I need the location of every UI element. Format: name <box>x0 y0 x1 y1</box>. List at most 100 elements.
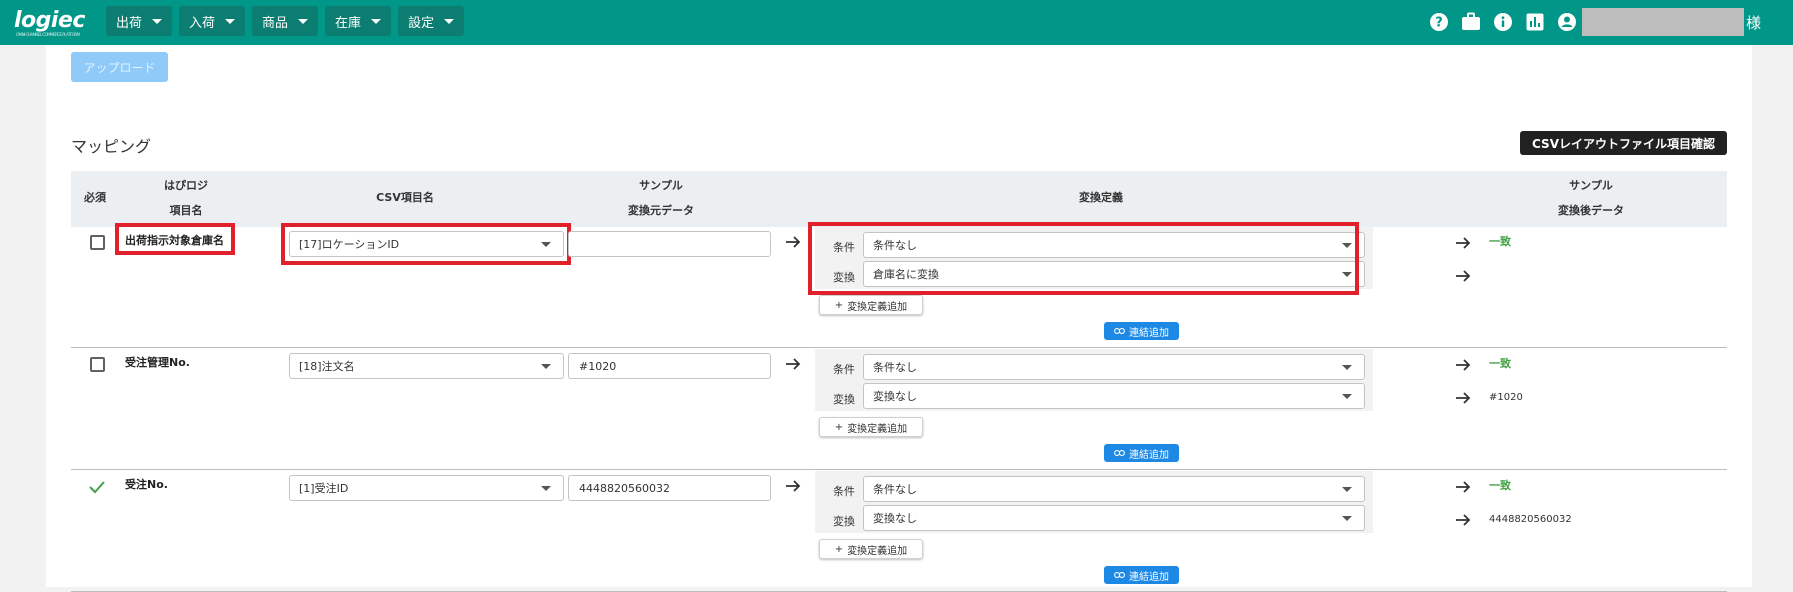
chevron-down-icon <box>371 18 382 24</box>
arrow-right-icon <box>1456 392 1471 404</box>
plus-icon: + <box>834 543 844 555</box>
highlight-box <box>808 222 1359 295</box>
arrow-right-icon <box>1456 481 1471 493</box>
header-csv-item: CSV項目名 <box>376 191 434 204</box>
condition-value: 条件なし <box>873 361 917 374</box>
nav-inventory-label: 在庫 <box>335 15 362 31</box>
convert-label: 変換 <box>833 393 855 406</box>
nav-products-label: 商品 <box>262 15 289 31</box>
nav-shipping-label: 出荷 <box>116 15 143 31</box>
convert-value: 変換なし <box>873 512 917 525</box>
username-redacted <box>1582 8 1744 36</box>
csv-field-value: [18]注文名 <box>299 360 355 373</box>
convert-select[interactable]: 変換なし <box>863 383 1365 409</box>
user-honorific: 様 <box>1746 13 1762 32</box>
header-sample-dst-2: 変換後データ <box>1558 204 1624 217</box>
sample-source-value: 4448820560032 <box>579 481 670 495</box>
csv-field-value: [1]受注ID <box>299 482 349 495</box>
header-icons: ? 様 <box>1428 8 1761 36</box>
condition-select[interactable]: 条件なし <box>863 476 1365 502</box>
conversion-definition: 条件 条件なし 変換 変換なし <box>815 471 1373 533</box>
nav-inventory[interactable]: 在庫 <box>325 6 392 36</box>
nav-settings[interactable]: 設定 <box>398 6 465 36</box>
csv-layout-check-button[interactable]: CSVレイアウトファイル項目確認 <box>1520 131 1727 155</box>
header-sample-src-1: サンプル <box>639 179 683 192</box>
checkmark-icon[interactable] <box>87 477 107 497</box>
help-icon[interactable]: ? <box>1428 11 1450 33</box>
add-connection-label: 連結追加 <box>1129 327 1169 339</box>
header-sample-src-2: 変換元データ <box>628 204 694 217</box>
header-required: 必須 <box>84 191 106 204</box>
csv-field-select[interactable]: [1]受注ID <box>289 475 564 501</box>
add-definition-button[interactable]: + 変換定義追加 <box>819 417 923 437</box>
arrow-right-icon <box>786 358 801 370</box>
csv-field-select[interactable]: [18]注文名 <box>289 353 564 379</box>
mapping-table-header: 必須 はぴロジ 項目名 CSV項目名 サンプル 変換元データ 変換定義 サンプル… <box>71 171 1727 227</box>
required-checkbox[interactable] <box>90 357 105 372</box>
required-checkbox[interactable] <box>90 235 105 250</box>
header-item-name-1: はぴロジ <box>164 179 208 192</box>
arrow-right-icon <box>1456 237 1471 249</box>
header-sample-dst-1: サンプル <box>1569 179 1613 192</box>
nav-shipping[interactable]: 出荷 <box>106 6 173 36</box>
table-row: 出荷指示対象倉庫名 [17]ロケーションID 条件 条件なし 変換 倉庫名に変換… <box>71 222 1727 348</box>
header-conversion: 変換定義 <box>1079 191 1123 204</box>
dropdown-arrow-icon <box>1342 365 1352 370</box>
dropdown-arrow-icon <box>541 486 551 491</box>
svg-text:?: ? <box>1435 16 1443 31</box>
dropdown-arrow-icon <box>1342 394 1352 399</box>
main-nav: 出荷 入荷 商品 在庫 設定 <box>106 6 465 36</box>
convert-label: 変換 <box>833 515 855 528</box>
converted-result: #1020 <box>1489 392 1523 403</box>
sample-source-value: #1020 <box>579 359 617 373</box>
item-name: 受注管理No. <box>125 356 190 369</box>
add-definition-button[interactable]: + 変換定義追加 <box>819 295 923 315</box>
header-item-name-2: 項目名 <box>169 204 203 217</box>
sample-source-input[interactable]: #1020 <box>568 353 771 379</box>
condition-label: 条件 <box>833 363 855 376</box>
briefcase-icon[interactable] <box>1460 11 1482 33</box>
add-connection-label: 連結追加 <box>1129 571 1169 583</box>
table-row: 受注No. [1]受注ID 4448820560032 条件 条件なし 変換 変… <box>71 471 1727 592</box>
conversion-definition: 条件 条件なし 変換 変換なし <box>815 349 1373 411</box>
nav-products[interactable]: 商品 <box>252 6 319 36</box>
info-icon[interactable] <box>1492 11 1514 33</box>
page-title: マッピング <box>71 137 152 156</box>
link-icon <box>1114 450 1125 456</box>
arrow-right-icon <box>786 236 801 248</box>
dropdown-arrow-icon <box>541 364 551 369</box>
account-icon[interactable] <box>1556 11 1578 33</box>
sample-source-input[interactable]: 4448820560032 <box>568 475 771 501</box>
nav-receiving[interactable]: 入荷 <box>179 6 246 36</box>
chart-icon[interactable] <box>1524 11 1546 33</box>
match-status: 一致 <box>1489 479 1511 492</box>
add-definition-label: 変換定義追加 <box>847 301 908 313</box>
add-connection-button[interactable]: 連結追加 <box>1104 322 1179 340</box>
plus-icon: + <box>834 299 844 311</box>
add-definition-button[interactable]: + 変換定義追加 <box>819 539 923 559</box>
item-name: 受注No. <box>125 478 168 491</box>
dropdown-arrow-icon <box>1342 487 1352 492</box>
add-definition-label: 変換定義追加 <box>847 423 908 435</box>
chevron-down-icon <box>444 18 455 24</box>
add-connection-button[interactable]: 連結追加 <box>1104 566 1179 584</box>
arrow-right-icon <box>1456 270 1471 282</box>
add-connection-label: 連結追加 <box>1129 449 1169 461</box>
upload-button[interactable]: アップロード <box>71 52 168 82</box>
condition-value: 条件なし <box>873 483 917 496</box>
nav-settings-label: 設定 <box>408 15 435 31</box>
sample-source-input[interactable] <box>568 231 771 257</box>
chevron-down-icon <box>225 18 236 24</box>
link-icon <box>1114 572 1125 578</box>
match-status: 一致 <box>1489 235 1511 248</box>
convert-select[interactable]: 変換なし <box>863 505 1365 531</box>
condition-select[interactable]: 条件なし <box>863 354 1365 380</box>
link-icon <box>1114 328 1125 334</box>
app-logo[interactable]: logiec OMNI-CHANNEL COMMERCE PLATFORM <box>14 8 85 37</box>
table-row: 受注管理No. [18]注文名 #1020 条件 条件なし 変換 変換なし + 変… <box>71 349 1727 470</box>
add-connection-button[interactable]: 連結追加 <box>1104 444 1179 462</box>
add-definition-label: 変換定義追加 <box>847 545 908 557</box>
csv-field-select[interactable]: [17]ロケーションID <box>289 231 564 257</box>
app-header: logiec OMNI-CHANNEL COMMERCE PLATFORM 出荷… <box>0 0 1793 45</box>
main-content: アップロード マッピング CSVレイアウトファイル項目確認 必須 はぴロジ 項目… <box>46 45 1752 592</box>
